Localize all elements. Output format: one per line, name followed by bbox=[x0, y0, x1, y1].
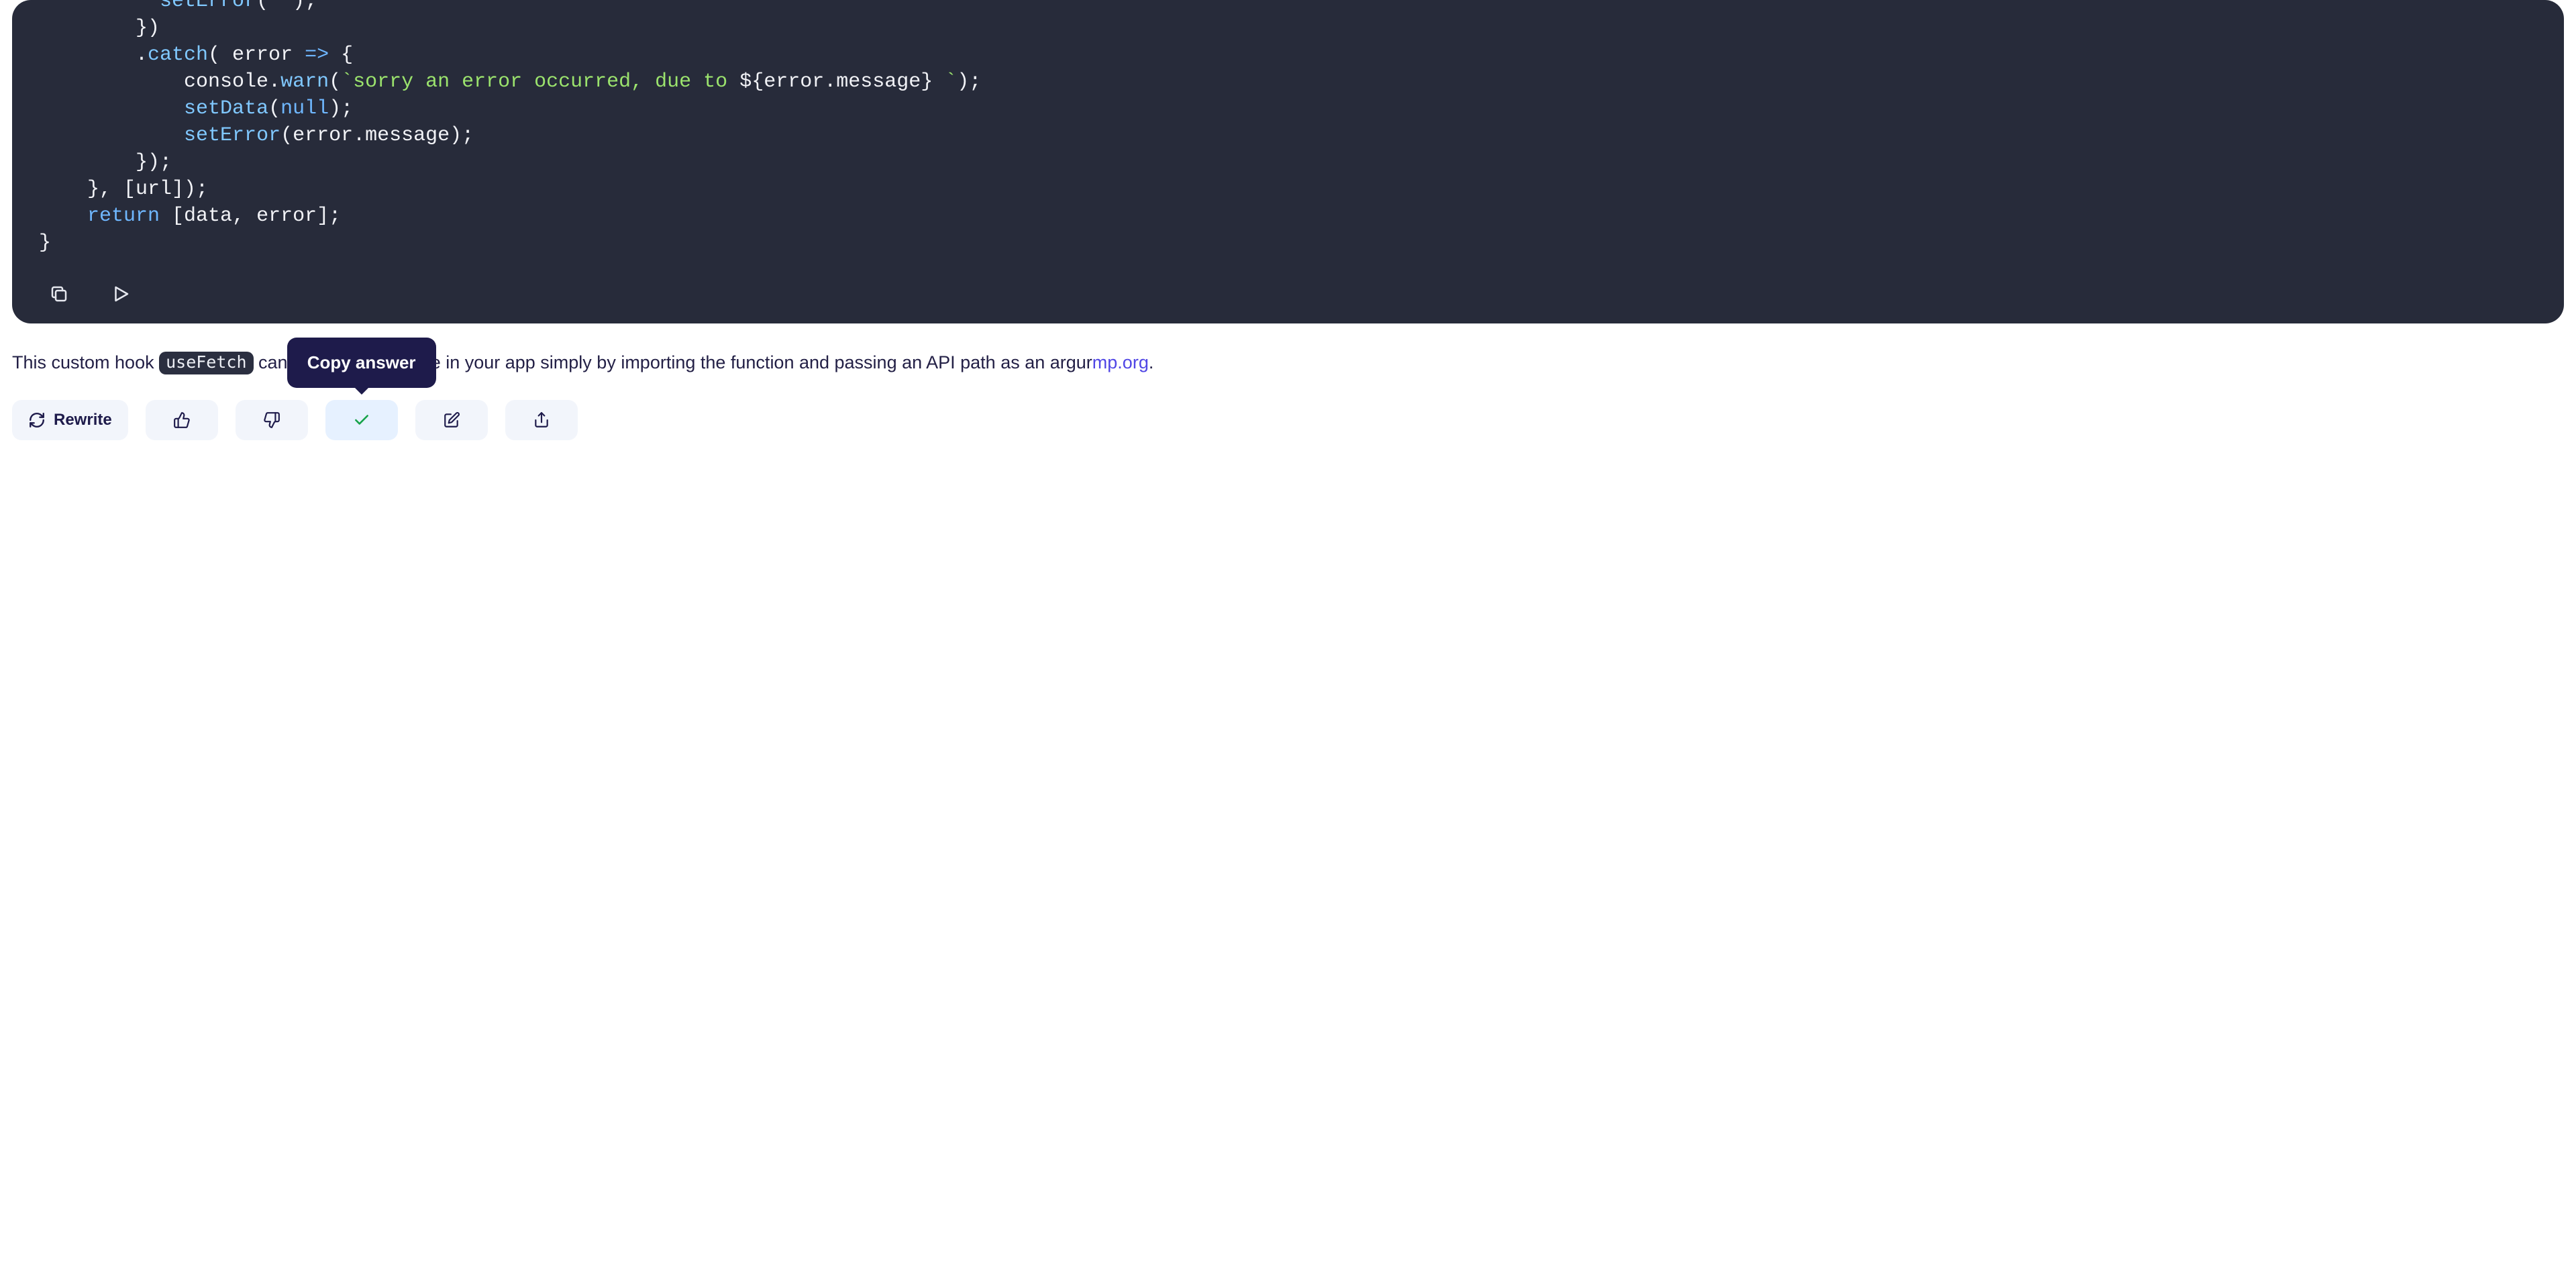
code-token: ); bbox=[329, 97, 353, 120]
code-token bbox=[39, 97, 184, 120]
copy-answer-tooltip: Copy answer bbox=[287, 338, 436, 388]
inline-code-chip: useFetch bbox=[159, 352, 253, 374]
share-button[interactable] bbox=[505, 400, 578, 440]
edit-button[interactable] bbox=[415, 400, 488, 440]
code-line: } bbox=[39, 232, 51, 254]
code-token bbox=[39, 124, 184, 147]
code-token: catch bbox=[148, 44, 208, 66]
copy-code-button[interactable] bbox=[47, 282, 71, 306]
code-content: setError(""); }) .catch( error => { cons… bbox=[39, 0, 2537, 256]
code-token: ); bbox=[957, 70, 981, 93]
code-line: }, [url]); bbox=[39, 178, 208, 201]
code-token: setError bbox=[184, 124, 280, 147]
code-token: ( bbox=[268, 97, 280, 120]
code-token: ${error.message} bbox=[739, 70, 933, 93]
code-token: ( error bbox=[208, 44, 305, 66]
code-token bbox=[39, 205, 87, 228]
code-token: (error.message); bbox=[280, 124, 474, 147]
code-token: { bbox=[329, 44, 353, 66]
code-token: ( bbox=[329, 70, 341, 93]
run-code-button[interactable] bbox=[109, 282, 133, 306]
refresh-icon bbox=[28, 411, 46, 429]
check-icon bbox=[353, 411, 370, 429]
code-token: "" bbox=[268, 0, 293, 13]
thumbs-up-button[interactable] bbox=[146, 400, 218, 440]
code-token: ( bbox=[256, 0, 268, 13]
answer-text-part: This custom hook bbox=[12, 352, 159, 372]
code-token: ); bbox=[293, 0, 317, 13]
code-token: [data, error]; bbox=[160, 205, 341, 228]
code-token: ` bbox=[933, 70, 957, 93]
code-line: }); bbox=[39, 151, 172, 174]
code-line: }) bbox=[39, 17, 160, 40]
code-token: setData bbox=[184, 97, 268, 120]
thumbs-up-icon bbox=[173, 411, 191, 429]
code-token: . bbox=[39, 44, 148, 66]
code-token: `sorry an error occurred, due to bbox=[341, 70, 739, 93]
copy-answer-button[interactable] bbox=[325, 400, 398, 440]
play-icon bbox=[111, 284, 131, 304]
rewrite-label: Rewrite bbox=[54, 411, 112, 430]
code-token: return bbox=[87, 205, 160, 228]
answer-text-part: . bbox=[1149, 352, 1154, 372]
code-token: console. bbox=[39, 70, 280, 93]
code-actions-row bbox=[39, 282, 2537, 306]
code-token: null bbox=[280, 97, 329, 120]
code-block: setError(""); }) .catch( error => { cons… bbox=[12, 0, 2564, 323]
code-token: setError bbox=[160, 0, 256, 13]
share-icon bbox=[533, 411, 550, 429]
code-token: => bbox=[305, 44, 329, 66]
thumbs-down-icon bbox=[263, 411, 280, 429]
thumbs-down-button[interactable] bbox=[236, 400, 308, 440]
copy-icon bbox=[49, 284, 69, 304]
rewrite-button[interactable]: Rewrite bbox=[12, 400, 128, 440]
edit-icon bbox=[443, 411, 460, 429]
code-token: warn bbox=[280, 70, 329, 93]
answer-link-fragment[interactable]: mp.org bbox=[1092, 352, 1149, 372]
answer-toolbar: Rewrite bbox=[12, 400, 2564, 440]
